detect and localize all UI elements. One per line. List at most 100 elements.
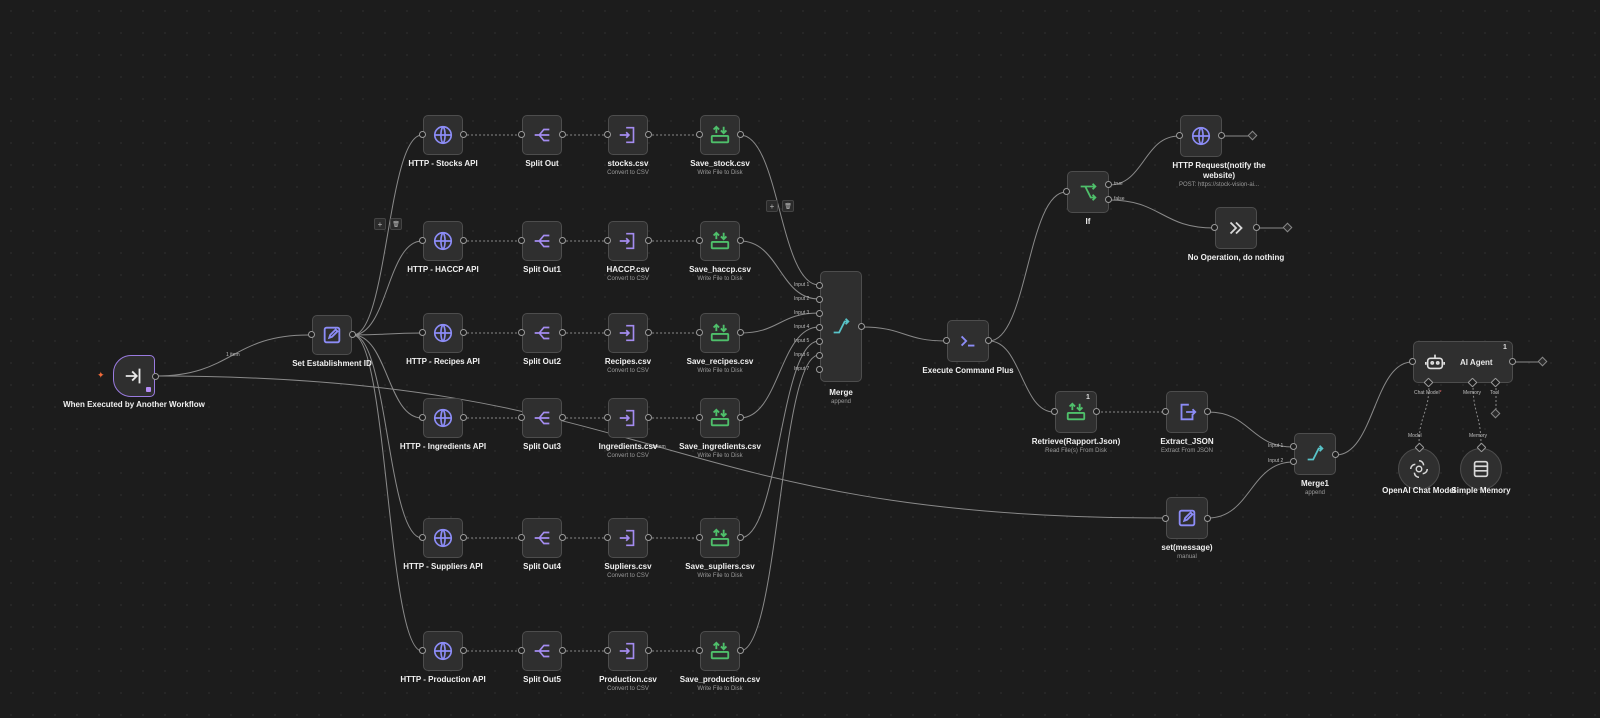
http-input-port-3[interactable]	[419, 414, 426, 421]
save-node-4[interactable]	[700, 518, 740, 558]
set-message-output-port[interactable]	[1204, 515, 1211, 522]
csv-node-3[interactable]	[608, 398, 648, 438]
http-output-port-0[interactable]	[460, 131, 467, 138]
save-output-port-0[interactable]	[737, 131, 744, 138]
http-input-port-5[interactable]	[419, 647, 426, 654]
csv-input-port-4[interactable]	[604, 534, 611, 541]
csv-node-0[interactable]	[608, 115, 648, 155]
set-establishment-input-port[interactable]	[308, 331, 315, 338]
ai-agent-input-port[interactable]	[1409, 358, 1416, 365]
merge-input-port-5[interactable]	[816, 338, 823, 345]
merge1-input-1-port[interactable]	[1290, 443, 1297, 450]
split-output-port-0[interactable]	[559, 131, 566, 138]
csv-node-5[interactable]	[608, 631, 648, 671]
save-node-0[interactable]	[700, 115, 740, 155]
merge-input-port-2[interactable]	[816, 296, 823, 303]
http-output-port-5[interactable]	[460, 647, 467, 654]
save-input-port-1[interactable]	[696, 237, 703, 244]
http-output-port-3[interactable]	[460, 414, 467, 421]
save-input-port-2[interactable]	[696, 329, 703, 336]
split-node-3[interactable]	[522, 398, 562, 438]
merge-node[interactable]	[820, 271, 862, 382]
csv-output-port-2[interactable]	[645, 329, 652, 336]
if-true-port[interactable]	[1105, 181, 1112, 188]
merge-input-port-1[interactable]	[816, 282, 823, 289]
ai-agent-output-port[interactable]	[1509, 358, 1516, 365]
save-output-port-1[interactable]	[737, 237, 744, 244]
split-node-5[interactable]	[522, 631, 562, 671]
extract-json-output-port[interactable]	[1204, 408, 1211, 415]
csv-output-port-3[interactable]	[645, 414, 652, 421]
save-input-port-5[interactable]	[696, 647, 703, 654]
merge-input-port-7[interactable]	[816, 366, 823, 373]
http-input-port-4[interactable]	[419, 534, 426, 541]
http-notify-output-port[interactable]	[1218, 132, 1225, 139]
save-node-5[interactable]	[700, 631, 740, 671]
http-input-port-2[interactable]	[419, 329, 426, 336]
csv-node-2[interactable]	[608, 313, 648, 353]
split-output-port-1[interactable]	[559, 237, 566, 244]
http-output-port-1[interactable]	[460, 237, 467, 244]
http-node-3[interactable]	[423, 398, 463, 438]
csv-node-4[interactable]	[608, 518, 648, 558]
csv-input-port-1[interactable]	[604, 237, 611, 244]
merge-input-port-6[interactable]	[816, 352, 823, 359]
split-input-port-5[interactable]	[518, 647, 525, 654]
split-output-port-4[interactable]	[559, 534, 566, 541]
execute-command-output-port[interactable]	[985, 337, 992, 344]
merge1-node[interactable]	[1294, 433, 1336, 475]
retrieve-output-port[interactable]	[1093, 408, 1100, 415]
noop-input-port[interactable]	[1211, 224, 1218, 231]
workflow-canvas[interactable]	[0, 0, 1600, 718]
save-input-port-0[interactable]	[696, 131, 703, 138]
merge1-input-2-port[interactable]	[1290, 458, 1297, 465]
split-input-port-1[interactable]	[518, 237, 525, 244]
http-notify-input-port[interactable]	[1176, 132, 1183, 139]
execute-command-node[interactable]	[947, 320, 989, 362]
http-output-port-4[interactable]	[460, 534, 467, 541]
split-input-port-4[interactable]	[518, 534, 525, 541]
set-message-node[interactable]	[1166, 497, 1208, 539]
csv-output-port-4[interactable]	[645, 534, 652, 541]
csv-output-port-1[interactable]	[645, 237, 652, 244]
split-input-port-2[interactable]	[518, 329, 525, 336]
trigger-output-port[interactable]	[152, 373, 159, 380]
save-node-1[interactable]	[700, 221, 740, 261]
delete-connection-button[interactable]: 🗑	[390, 218, 402, 230]
delete-connection-button-2[interactable]: 🗑	[782, 200, 794, 212]
csv-input-port-3[interactable]	[604, 414, 611, 421]
save-node-2[interactable]	[700, 313, 740, 353]
merge-output-port[interactable]	[858, 323, 865, 330]
split-output-port-2[interactable]	[559, 329, 566, 336]
save-input-port-3[interactable]	[696, 414, 703, 421]
set-message-input-port[interactable]	[1162, 515, 1169, 522]
noop-node[interactable]	[1215, 207, 1257, 249]
set-establishment-output-port[interactable]	[349, 331, 356, 338]
http-node-4[interactable]	[423, 518, 463, 558]
merge1-output-port[interactable]	[1332, 451, 1339, 458]
retrieve-node[interactable]	[1055, 391, 1097, 433]
retrieve-input-port[interactable]	[1051, 408, 1058, 415]
set-establishment-node[interactable]	[312, 315, 352, 355]
if-input-port[interactable]	[1063, 188, 1070, 195]
csv-output-port-0[interactable]	[645, 131, 652, 138]
openai-node[interactable]	[1398, 448, 1440, 490]
csv-output-port-5[interactable]	[645, 647, 652, 654]
add-node-button[interactable]: +	[374, 218, 386, 230]
save-output-port-4[interactable]	[737, 534, 744, 541]
split-input-port-3[interactable]	[518, 414, 525, 421]
split-node-4[interactable]	[522, 518, 562, 558]
split-node-2[interactable]	[522, 313, 562, 353]
merge-input-port-4[interactable]	[816, 324, 823, 331]
csv-input-port-5[interactable]	[604, 647, 611, 654]
http-node-0[interactable]	[423, 115, 463, 155]
split-input-port-0[interactable]	[518, 131, 525, 138]
csv-input-port-2[interactable]	[604, 329, 611, 336]
http-input-port-0[interactable]	[419, 131, 426, 138]
split-node-0[interactable]	[522, 115, 562, 155]
http-output-port-2[interactable]	[460, 329, 467, 336]
noop-output-port[interactable]	[1253, 224, 1260, 231]
split-output-port-3[interactable]	[559, 414, 566, 421]
execute-command-input-port[interactable]	[943, 337, 950, 344]
csv-input-port-0[interactable]	[604, 131, 611, 138]
